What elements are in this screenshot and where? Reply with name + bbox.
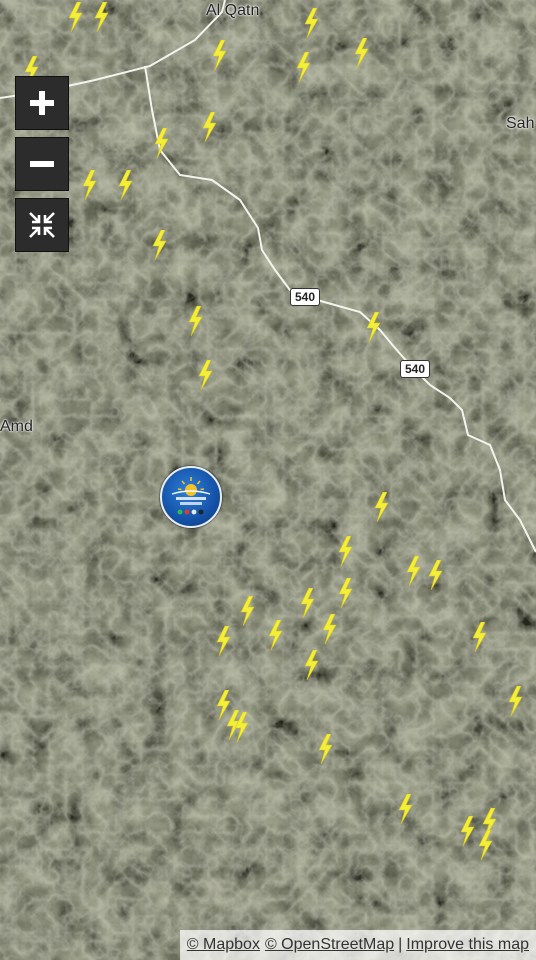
road-shield-540: 540 (290, 288, 321, 306)
weather-station-logo-icon[interactable] (160, 466, 222, 528)
map-canvas[interactable]: Al Qatn Sah Amd 540 540 (0, 0, 536, 960)
lightning-bolt-icon (82, 170, 97, 200)
lightning-bolt-icon (428, 560, 443, 590)
lightning-bolt-icon (304, 650, 319, 680)
zoom-out-button[interactable] (15, 137, 69, 191)
lightning-bolt-icon (318, 734, 333, 764)
lightning-bolt-icon (268, 620, 283, 650)
lightning-bolt-icon (240, 596, 255, 626)
lightning-bolt-icon (304, 8, 319, 38)
lightning-bolt-icon (398, 794, 413, 824)
lightning-bolt-icon (234, 712, 249, 742)
place-label-al-qathn: Al Qatn (206, 2, 260, 19)
lightning-bolt-icon (366, 312, 381, 342)
zoom-in-icon (30, 91, 54, 115)
map-attribution: © Mapbox © OpenStreetMap | Improve this … (179, 930, 536, 960)
lightning-bolt-icon (216, 626, 231, 656)
lightning-bolt-icon (118, 170, 133, 200)
lightning-bolt-icon (338, 536, 353, 566)
attribution-separator: | (398, 936, 403, 953)
exit-fullscreen-icon (29, 212, 55, 238)
lightning-bolt-icon (198, 360, 213, 390)
satellite-terrain (0, 0, 536, 960)
lightning-bolt-icon (296, 52, 311, 82)
lightning-bolt-icon (338, 578, 353, 608)
improve-map-link[interactable]: Improve this map (406, 936, 529, 954)
lightning-bolt-icon (94, 2, 109, 32)
lightning-bolt-icon (374, 492, 389, 522)
lightning-bolt-icon (202, 112, 217, 142)
mapbox-attribution-link[interactable]: © Mapbox (187, 936, 260, 954)
lightning-bolt-icon (212, 40, 227, 70)
place-label-sah: Sah (506, 115, 535, 132)
lightning-bolt-icon (478, 830, 493, 860)
lightning-bolt-icon (354, 38, 369, 68)
zoom-out-icon (30, 161, 54, 167)
lightning-bolt-icon (188, 306, 203, 336)
lightning-bolt-icon (460, 816, 475, 846)
lightning-bolt-icon (300, 588, 315, 618)
lightning-bolt-icon (472, 622, 487, 652)
exit-fullscreen-button[interactable] (15, 198, 69, 252)
road-shield-540: 540 (400, 360, 431, 378)
lightning-bolt-icon (508, 686, 523, 716)
lightning-bolt-icon (406, 556, 421, 586)
lightning-bolt-icon (154, 128, 169, 158)
lightning-bolt-icon (152, 230, 167, 260)
place-label-amd: Amd (0, 418, 33, 435)
lightning-bolt-icon (322, 614, 337, 644)
lightning-bolt-icon (68, 2, 83, 32)
zoom-in-button[interactable] (15, 76, 69, 130)
osm-attribution-link[interactable]: © OpenStreetMap (265, 936, 394, 954)
